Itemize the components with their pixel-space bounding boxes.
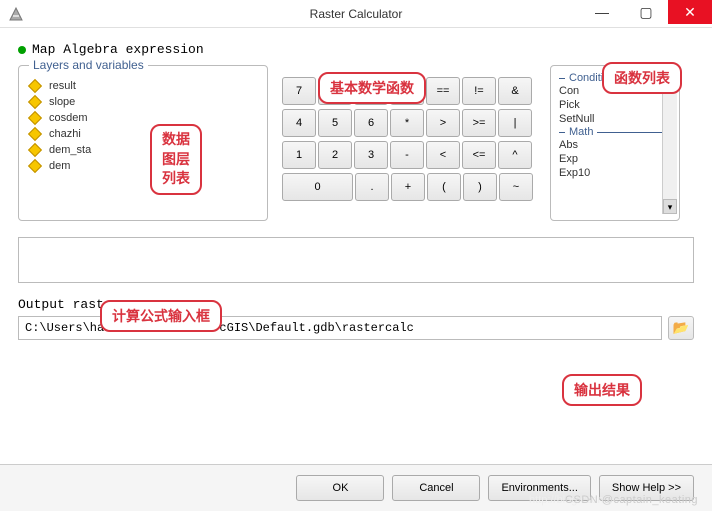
browse-button[interactable]: 📂 xyxy=(668,316,694,340)
layers-panel: Layers and variables resultslopecosdemch… xyxy=(18,65,268,221)
annotation-output: 输出结果 xyxy=(562,374,642,406)
title-bar: Raster Calculator — ▢ ✕ xyxy=(0,0,712,28)
layers-list[interactable]: result slope cosdem chazhi dem_stadem xyxy=(27,78,259,174)
keypad-key[interactable]: 4 xyxy=(282,109,316,137)
keypad-key[interactable]: <= xyxy=(462,141,496,169)
scrollbar[interactable]: ▴ ▾ xyxy=(662,72,677,214)
layer-label: slope xyxy=(49,96,75,108)
keypad-key[interactable]: ~ xyxy=(499,173,533,201)
keypad-key[interactable]: != xyxy=(462,77,496,105)
keypad-key[interactable]: > xyxy=(426,109,460,137)
layer-label: dem xyxy=(49,160,70,172)
watermark: CSDN @captain_keating xyxy=(565,494,698,506)
ok-button[interactable]: OK xyxy=(296,475,384,501)
function-group-legend: Conditional xyxy=(559,72,662,84)
expression-input[interactable] xyxy=(18,237,694,283)
maximize-button[interactable]: ▢ xyxy=(624,0,668,24)
keypad-key[interactable]: 7 xyxy=(282,77,316,105)
layer-label: dem_sta xyxy=(49,144,91,156)
function-item[interactable]: Exp10 xyxy=(559,166,662,180)
function-item[interactable]: SetNull xyxy=(559,112,662,126)
layer-item[interactable]: chazhi xyxy=(27,126,259,142)
scroll-up-icon[interactable]: ▴ xyxy=(663,72,677,87)
layers-legend: Layers and variables xyxy=(29,58,148,72)
layer-item[interactable]: cosdem xyxy=(27,110,259,126)
output-path-input[interactable] xyxy=(18,316,662,340)
function-item[interactable]: Pick xyxy=(559,98,662,112)
operator-keypad: 789/==!=& 456*>>=| 123-<<=^ 0.+()~ xyxy=(282,77,536,221)
status-dot-icon xyxy=(18,46,26,54)
functions-panel: ConditionalConPickSetNullMathAbsExpExp10… xyxy=(550,65,680,221)
layer-icon xyxy=(28,95,42,109)
keypad-key[interactable]: + xyxy=(391,173,425,201)
function-item[interactable]: Con xyxy=(559,84,662,98)
layer-icon xyxy=(28,159,42,173)
layer-item[interactable]: dem xyxy=(27,158,259,174)
close-button[interactable]: ✕ xyxy=(668,0,712,24)
window-controls: — ▢ ✕ xyxy=(580,0,712,24)
keypad-key[interactable]: 8 xyxy=(318,77,352,105)
layer-label: chazhi xyxy=(49,128,81,140)
keypad-key[interactable]: ( xyxy=(427,173,461,201)
keypad-key[interactable]: 2 xyxy=(318,141,352,169)
keypad-key[interactable]: ) xyxy=(463,173,497,201)
keypad-key[interactable]: 5 xyxy=(318,109,352,137)
keypad-key[interactable]: | xyxy=(498,109,532,137)
keypad-key[interactable]: & xyxy=(498,77,532,105)
scroll-down-icon[interactable]: ▾ xyxy=(663,199,677,214)
layer-icon xyxy=(28,127,42,141)
keypad-key[interactable]: 1 xyxy=(282,141,316,169)
function-group-legend: Math xyxy=(559,126,662,138)
output-label: Output raster xyxy=(18,297,694,312)
cancel-button[interactable]: Cancel xyxy=(392,475,480,501)
window-title: Raster Calculator xyxy=(310,7,403,21)
keypad-key[interactable]: / xyxy=(390,77,424,105)
keypad-key[interactable]: >= xyxy=(462,109,496,137)
folder-icon: 📂 xyxy=(673,320,690,336)
keypad-key[interactable]: * xyxy=(390,109,424,137)
layer-icon xyxy=(28,111,42,125)
function-item[interactable]: Exp xyxy=(559,152,662,166)
expression-label: Map Algebra expression xyxy=(18,42,694,57)
keypad-key[interactable]: < xyxy=(426,141,460,169)
minimize-button[interactable]: — xyxy=(580,0,624,24)
layer-label: cosdem xyxy=(49,112,88,124)
keypad-key[interactable]: 6 xyxy=(354,109,388,137)
keypad-key[interactable]: . xyxy=(355,173,389,201)
app-icon xyxy=(8,6,24,22)
layer-item[interactable]: result xyxy=(27,78,259,94)
keypad-key[interactable]: 0 xyxy=(282,173,353,201)
keypad-key[interactable]: == xyxy=(426,77,460,105)
function-item[interactable]: Abs xyxy=(559,138,662,152)
keypad-key[interactable]: 3 xyxy=(354,141,388,169)
keypad-key[interactable]: 9 xyxy=(354,77,388,105)
layer-item[interactable]: dem_sta xyxy=(27,142,259,158)
layer-label: result xyxy=(49,80,76,92)
expression-label-text: Map Algebra expression xyxy=(32,42,204,57)
layer-item[interactable]: slope xyxy=(27,94,259,110)
button-bar: OK Cancel Environments... Show Help >> h… xyxy=(0,464,712,511)
keypad-key[interactable]: - xyxy=(390,141,424,169)
functions-list[interactable]: ConditionalConPickSetNullMathAbsExpExp10 xyxy=(559,72,662,214)
layer-icon xyxy=(28,143,42,157)
keypad-key[interactable]: ^ xyxy=(498,141,532,169)
layer-icon xyxy=(28,79,42,93)
